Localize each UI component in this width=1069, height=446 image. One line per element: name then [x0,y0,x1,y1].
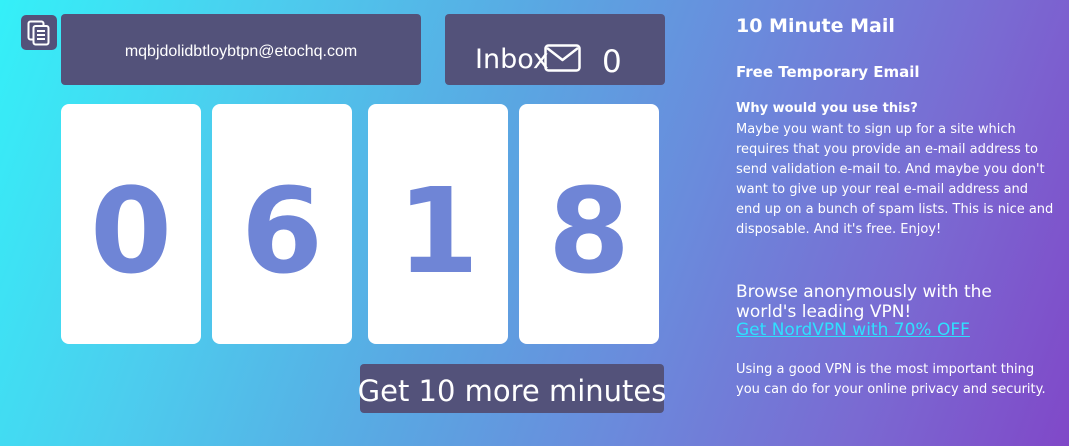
why-heading: Why would you use this? [736,101,918,116]
email-address-text: mqbjdolidbtloybtpn@etochq.com [124,42,358,60]
vpn-heading: Browse anonymously with the world's lead… [736,282,992,322]
inbox-label: Inbox [475,44,549,75]
get-more-minutes-button[interactable]: Get 10 more minutes [358,364,666,413]
vpn-description: Using a good VPN is the most important t… [736,362,1046,397]
timer-digit-minutes-ones: 6 [212,104,352,344]
inbox-count: 0 [602,44,622,80]
envelope-icon [544,44,581,72]
inbox-button[interactable]: Inbox 0 [445,14,665,85]
timer-digit-minutes-tens: 0 [61,104,201,344]
copy-email-button[interactable] [21,15,57,50]
vpn-offer-link[interactable]: Get NordVPN with 70% OFF [736,320,970,340]
why-description: Maybe you want to sign up for a site whi… [736,122,1054,237]
timer-digit-seconds-ones: 8 [519,104,659,344]
site-title: 10 Minute Mail [736,15,895,37]
timer-digit-seconds-tens: 1 [368,104,508,344]
email-address-field[interactable]: mqbjdolidbtloybtpn@etochq.com [61,14,421,85]
site-subtitle: Free Temporary Email [736,63,920,81]
copy-document-icon [27,20,50,45]
